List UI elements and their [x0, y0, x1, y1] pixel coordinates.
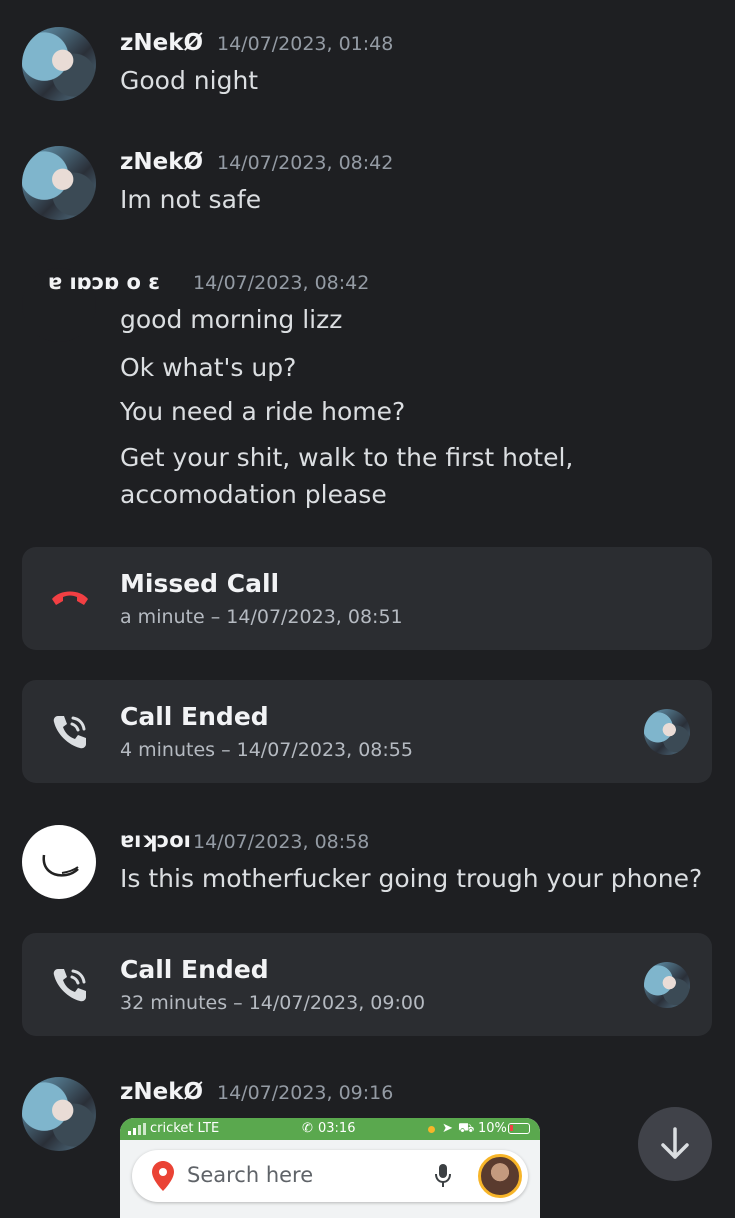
- message-text: You need a ride home?: [120, 397, 406, 426]
- avatar[interactable]: [22, 1077, 96, 1151]
- message-text: Im not safe: [120, 185, 262, 214]
- message-text: Is this motherfucker going trough your p…: [120, 864, 703, 893]
- car-icon: ⛟: [458, 1121, 475, 1136]
- phone-call-icon: [53, 716, 86, 749]
- timestamp: 14/07/2023, 08:42: [193, 272, 370, 294]
- maps-search-bar[interactable]: Search here: [132, 1150, 528, 1202]
- call-card-ended[interactable]: Call Ended 4 minutes – 14/07/2023, 08:55: [22, 680, 712, 783]
- battery-label: 10%: [478, 1121, 507, 1136]
- author-name[interactable]: ɐ ıɒɔɒ o ɛ: [48, 270, 160, 294]
- carrier-label: cricket LTE: [150, 1121, 220, 1136]
- call-duration: 03:16: [318, 1121, 356, 1136]
- author-name[interactable]: zNekØ: [120, 30, 203, 56]
- location-icon: ➤: [442, 1121, 453, 1136]
- profile-avatar[interactable]: [478, 1154, 522, 1198]
- phone-status-bar: cricket LTE ✆ 03:16 ➤ ⛟ 10%: [120, 1118, 540, 1140]
- maps-pin-icon: [152, 1161, 174, 1191]
- timestamp: 14/07/2023, 08:58: [193, 831, 370, 853]
- scroll-to-bottom-button[interactable]: [638, 1107, 712, 1181]
- avatar[interactable]: [22, 146, 96, 220]
- call-title: Missed Call: [120, 569, 280, 598]
- phone-hangup-icon: [52, 591, 88, 605]
- timestamp: 14/07/2023, 01:48: [217, 33, 394, 55]
- timestamp: 14/07/2023, 09:16: [217, 1082, 394, 1104]
- call-title: Call Ended: [120, 702, 269, 731]
- status-dot-icon: [428, 1126, 435, 1133]
- arrow-down-icon: [661, 1127, 689, 1159]
- author-name[interactable]: ɐıʞɔoı: [120, 828, 191, 852]
- message-text: Ok what's up?: [120, 353, 297, 382]
- participant-avatar[interactable]: [644, 709, 690, 755]
- microphone-icon[interactable]: [435, 1164, 451, 1188]
- participant-avatar[interactable]: [644, 962, 690, 1008]
- image-attachment[interactable]: cricket LTE ✆ 03:16 ➤ ⛟ 10% Search here: [120, 1118, 540, 1218]
- author-name[interactable]: zNekØ: [120, 1079, 203, 1105]
- phone-icon: ✆: [302, 1121, 313, 1136]
- call-card-ended[interactable]: Call Ended 32 minutes – 14/07/2023, 09:0…: [22, 933, 712, 1036]
- timestamp: 14/07/2023, 08:42: [217, 152, 394, 174]
- message-text: good morning lizz: [120, 305, 343, 334]
- call-title: Call Ended: [120, 955, 269, 984]
- avatar[interactable]: [22, 825, 96, 899]
- call-detail: 32 minutes – 14/07/2023, 09:00: [120, 992, 426, 1014]
- phone-call-icon: [53, 969, 86, 1002]
- message-text: Get your shit, walk to the first hotel,: [120, 443, 574, 472]
- avatar[interactable]: [22, 27, 96, 101]
- signal-icon: [128, 1123, 146, 1135]
- call-detail: a minute – 14/07/2023, 08:51: [120, 606, 403, 628]
- call-card-missed[interactable]: Missed Call a minute – 14/07/2023, 08:51: [22, 547, 712, 650]
- message-text: Good night: [120, 66, 259, 95]
- battery-icon: [508, 1123, 530, 1134]
- search-placeholder: Search here: [187, 1163, 314, 1187]
- sketch-avatar-icon: [42, 854, 79, 877]
- author-name[interactable]: zNekØ: [120, 149, 203, 175]
- message-text: accomodation please: [120, 480, 387, 509]
- call-detail: 4 minutes – 14/07/2023, 08:55: [120, 739, 413, 761]
